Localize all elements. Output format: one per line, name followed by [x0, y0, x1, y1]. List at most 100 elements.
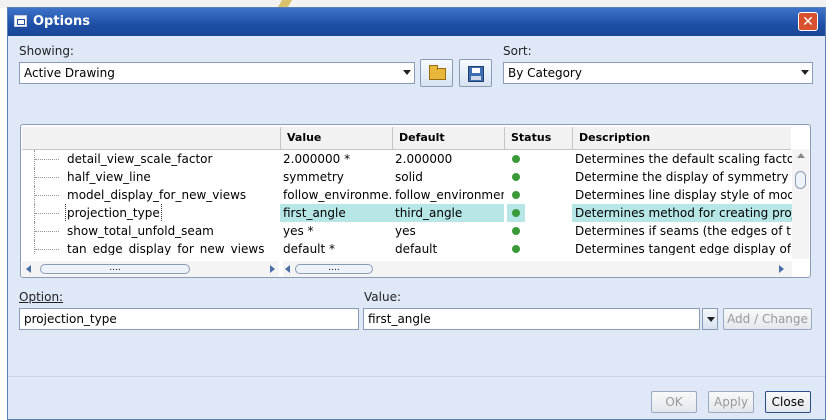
option-cell: tan_edge_display_for_new_views: [22, 240, 280, 255]
option-input[interactable]: projection_type: [19, 308, 359, 330]
scroll-up-icon[interactable]: [797, 153, 805, 158]
status-ok-icon: [512, 227, 520, 235]
value-input[interactable]: first_angle: [363, 308, 700, 330]
default-cell: yes: [395, 224, 416, 238]
table-row-selected[interactable]: projection_type first_angle third_angle …: [22, 204, 793, 222]
description-cell: Determines if seams (the edges of the: [575, 224, 793, 238]
value-dropdown-button[interactable]: [702, 308, 718, 330]
status-cell: [504, 222, 572, 240]
tree-line: [34, 222, 67, 240]
option-name: show_total_unfold_seam: [67, 224, 214, 238]
scroll-thumb[interactable]: [795, 171, 806, 189]
option-input-value: projection_type: [24, 312, 117, 326]
showing-value: Active Drawing: [24, 66, 115, 80]
default-cell: 2.000000: [395, 152, 453, 166]
vertical-scrollbar[interactable]: [792, 149, 809, 259]
option-label: Option:: [19, 290, 64, 304]
horizontal-scrollbar-left[interactable]: ....: [22, 261, 279, 277]
col-header-option[interactable]: [22, 127, 280, 149]
table-row[interactable]: detail_view_scale_factor 2.000000 * 2.00…: [22, 150, 793, 168]
close-button[interactable]: Close: [765, 391, 811, 413]
description-cell: Determines line display style of model v: [575, 188, 793, 202]
status-cell: [504, 150, 572, 168]
option-cell: show_total_unfold_seam: [22, 222, 280, 240]
scroll-thumb[interactable]: ....: [40, 264, 190, 274]
description-cell: Determine the display of symmetry lines: [575, 170, 793, 184]
chevron-down-icon: [801, 70, 809, 75]
table-row[interactable]: model_display_for_new_views follow_envir…: [22, 186, 793, 204]
pencil-icon: [277, 0, 293, 7]
title-bar: Options ✕: [8, 8, 825, 36]
add-change-button[interactable]: Add / Change: [723, 308, 812, 330]
col-header-default[interactable]: Default: [392, 127, 504, 149]
tree-line: [34, 186, 67, 204]
scroll-thumb[interactable]: ....: [295, 264, 373, 274]
value-cell: symmetry: [283, 170, 344, 184]
options-dialog: Options ✕ Showing: Active Drawing Sort: …: [7, 7, 826, 420]
tree-line: [34, 150, 67, 168]
option-cell: model_display_for_new_views: [22, 186, 280, 204]
col-header-status[interactable]: Status: [504, 127, 572, 149]
status-cell: [504, 186, 572, 204]
tree-line: [34, 240, 67, 255]
col-header-description[interactable]: Description: [572, 127, 793, 149]
table-row[interactable]: tan_edge_display_for_new_views default *…: [22, 240, 791, 255]
window-icon: [14, 15, 27, 27]
col-header-value[interactable]: Value: [280, 127, 392, 149]
option-name: model_display_for_new_views: [67, 188, 247, 202]
default-cell: solid: [395, 170, 423, 184]
save-icon: [468, 66, 484, 82]
tree-line: [34, 204, 67, 222]
ok-button[interactable]: OK: [651, 391, 697, 413]
open-button[interactable]: [420, 59, 453, 87]
status-ok-icon: [512, 191, 520, 199]
sort-label: Sort:: [503, 44, 532, 58]
save-button[interactable]: [459, 59, 492, 87]
status-ok-icon: [512, 173, 520, 181]
scroll-left-icon[interactable]: [26, 265, 31, 273]
scroll-right-icon[interactable]: [779, 265, 784, 273]
status-ok-icon: [512, 209, 520, 217]
showing-select[interactable]: Active Drawing: [19, 62, 415, 84]
status-ok-icon: [512, 245, 520, 253]
value-cell: 2.000000 *: [283, 152, 351, 166]
option-name: tan_edge_display_for_new_views: [67, 242, 265, 255]
chevron-down-icon: [403, 70, 411, 75]
tree-line: [34, 168, 67, 186]
window-title: Options: [33, 14, 90, 29]
option-cell: projection_type: [22, 204, 280, 222]
apply-button[interactable]: Apply: [708, 391, 754, 413]
option-cell: half_view_line: [22, 168, 280, 186]
status-cell: [504, 168, 572, 186]
divider: [8, 376, 825, 377]
chevron-down-icon: [707, 317, 715, 322]
status-ok-icon: [512, 155, 520, 163]
table-header: Value Default Status Description: [22, 127, 791, 150]
options-table: Value Default Status Description detail_…: [20, 124, 811, 278]
option-name: half_view_line: [67, 170, 151, 184]
option-name: detail_view_scale_factor: [67, 152, 213, 166]
value-cell: follow_environme...: [283, 188, 392, 202]
default-cell: third_angle: [392, 204, 504, 222]
value-cell: default *: [283, 242, 336, 255]
horizontal-scrollbar-right[interactable]: ....: [283, 261, 792, 277]
scroll-left-icon[interactable]: [285, 265, 290, 273]
description-cell: Determines tangent edge display of mo: [575, 242, 791, 255]
default-cell: follow_environment: [395, 188, 504, 202]
open-folder-icon: [429, 65, 446, 80]
option-name: projection_type: [65, 204, 162, 222]
close-icon[interactable]: ✕: [798, 12, 818, 31]
value-cell: yes *: [283, 224, 314, 238]
default-cell: default: [395, 242, 438, 255]
status-cell: [504, 204, 572, 222]
description-cell: Determines method for creating project: [572, 204, 793, 222]
description-cell: Determines the default scaling factor be: [575, 152, 793, 166]
status-cell: [504, 240, 572, 255]
table-row[interactable]: show_total_unfold_seam yes * yes Determi…: [22, 222, 793, 240]
scroll-right-icon[interactable]: [270, 265, 275, 273]
option-cell: detail_view_scale_factor: [22, 150, 280, 168]
sort-select[interactable]: By Category: [503, 62, 813, 84]
showing-label: Showing:: [19, 44, 74, 58]
value-input-value: first_angle: [368, 312, 431, 326]
table-row[interactable]: half_view_line symmetry solid Determine …: [22, 168, 793, 186]
